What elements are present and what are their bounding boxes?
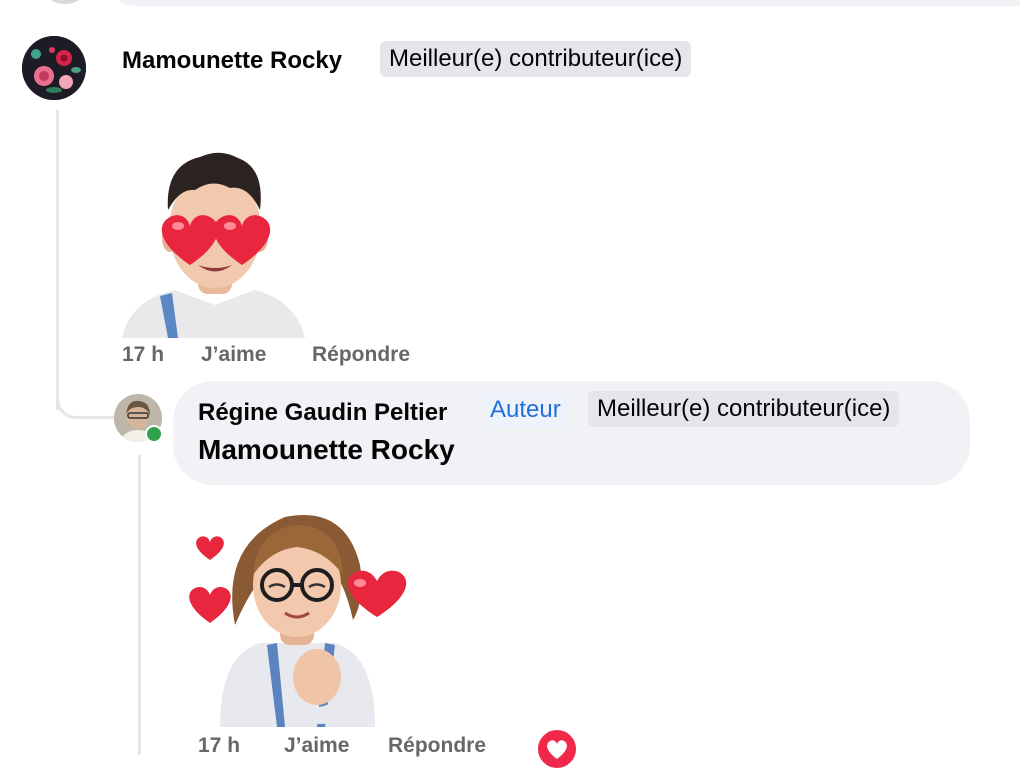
previous-comment-avatar[interactable] <box>40 0 90 4</box>
reply-thread-line <box>138 455 141 755</box>
avatar-mamounette-rocky[interactable] <box>22 36 86 100</box>
reply-button[interactable]: Répondre <box>388 734 486 758</box>
previous-comment-bubble <box>112 0 1020 6</box>
like-button[interactable]: J’aime <box>284 734 349 758</box>
reply-author-name[interactable]: Régine Gaudin Peltier <box>198 399 447 427</box>
reply-button[interactable]: Répondre <box>312 343 410 367</box>
comment-timestamp[interactable]: 17 h <box>122 343 164 367</box>
heart-reaction-icon[interactable] <box>536 728 578 770</box>
top-contributor-badge: Meilleur(e) contributeur(ice) <box>588 391 900 427</box>
thread-line <box>56 110 59 410</box>
online-status-indicator <box>145 425 163 443</box>
reply-timestamp[interactable]: 17 h <box>198 734 240 758</box>
top-contributor-badge: Meilleur(e) contributeur(ice) <box>380 41 692 77</box>
memoji-hearts-sticker <box>185 505 410 727</box>
memoji-heart-eyes-sticker <box>120 140 310 340</box>
mention-tag[interactable]: Mamounette Rocky <box>198 434 455 466</box>
thread-line-branch <box>56 380 115 419</box>
heart-icon <box>547 740 567 759</box>
floral-avatar-image <box>22 36 86 100</box>
comment-author-name[interactable]: Mamounette Rocky <box>122 47 342 75</box>
like-button[interactable]: J’aime <box>201 343 266 367</box>
author-badge: Auteur <box>484 392 567 428</box>
